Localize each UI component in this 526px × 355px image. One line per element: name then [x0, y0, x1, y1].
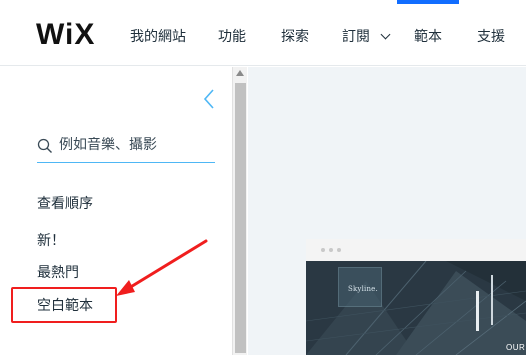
- red-arrow-icon: [116, 239, 208, 296]
